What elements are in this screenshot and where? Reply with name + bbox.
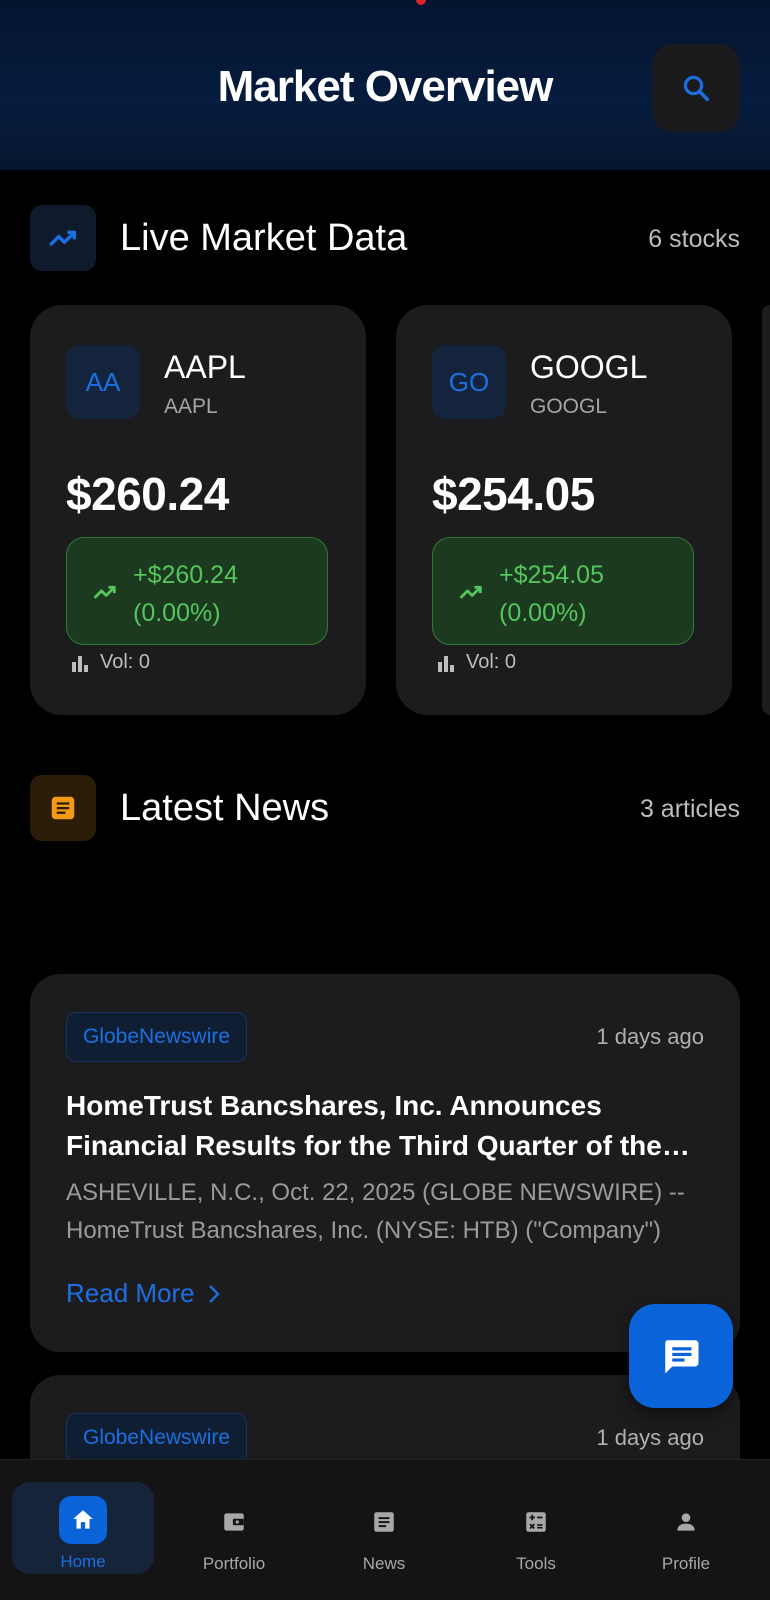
nav-item-home[interactable]: Home: [12, 1482, 154, 1574]
ticker-name: GOOGL: [530, 395, 608, 418]
nav-label: Profile: [661, 1554, 711, 1573]
article-icon: [30, 775, 96, 841]
nav-label: Portfolio: [202, 1554, 266, 1573]
read-more-link[interactable]: Read More: [66, 1278, 221, 1309]
read-more-label: Read More: [66, 1278, 195, 1308]
nav-label: Tools: [516, 1554, 556, 1573]
article-count: 3 articles: [639, 795, 740, 823]
ticker-symbol: AAPL: [164, 349, 246, 385]
section-title: Live Market Data: [120, 217, 408, 259]
news-source-chip: GlobeNewswire: [66, 1012, 248, 1062]
stock-count: 6 stocks: [648, 225, 740, 253]
app-header: Market Overview: [0, 0, 770, 170]
article-icon: [360, 1498, 408, 1546]
home-icon: [59, 1496, 107, 1544]
volume-text: Vol: 0: [466, 651, 517, 673]
bar-chart-icon: [438, 655, 454, 672]
news-source-chip: GlobeNewswire: [66, 1413, 248, 1463]
nav-item-news[interactable]: News: [314, 1484, 454, 1574]
price-change-percent: (0.00%): [133, 599, 221, 627]
search-button[interactable]: [652, 44, 740, 132]
news-headline: HomeTrust Bancshares, Inc. Announces Fin…: [66, 1090, 662, 1161]
section-title: Latest News: [120, 787, 330, 829]
news-section-header: Latest News 3 articles: [30, 775, 740, 843]
trending-up-icon: [30, 205, 96, 271]
wallet-icon: [210, 1498, 258, 1546]
nav-item-tools[interactable]: Tools: [466, 1484, 606, 1574]
chevron-right-icon: [208, 1284, 220, 1303]
news-timestamp: 1 days ago: [596, 1024, 704, 1049]
news-card[interactable]: GlobeNewswire 1 days ago HomeTrust Bancs…: [30, 974, 740, 1352]
price-change-percent: (0.00%): [499, 599, 587, 627]
volume-text: Vol: 0: [100, 651, 151, 673]
bottom-nav: Home Portfolio News Tools Profile: [0, 1459, 770, 1600]
nav-label: Home: [60, 1552, 106, 1571]
stock-price: $254.05: [432, 468, 595, 520]
news-excerpt: ASHEVILLE, N.C., Oct. 22, 2025 (GLOBE NE…: [66, 1179, 685, 1244]
volume-row: Vol: 0: [436, 651, 516, 674]
ticker-symbol: GOOGL: [530, 349, 648, 385]
bar-chart-icon: [72, 655, 88, 672]
search-icon: [683, 75, 709, 101]
nav-item-portfolio[interactable]: Portfolio: [164, 1484, 304, 1574]
nav-item-profile[interactable]: Profile: [616, 1484, 756, 1574]
chat-icon: [665, 1340, 699, 1374]
news-timestamp: 1 days ago: [596, 1425, 704, 1450]
trending-up-icon: [459, 585, 482, 599]
trending-up-icon: [93, 585, 116, 599]
nav-label: News: [362, 1554, 406, 1573]
person-icon: [662, 1498, 710, 1546]
stock-price: $260.24: [66, 468, 229, 520]
price-change-badge: +$254.05 (0.00%): [432, 537, 694, 645]
price-change-badge: +$260.24 (0.00%): [66, 537, 328, 645]
calculator-icon: [512, 1498, 560, 1546]
stock-card-googl[interactable]: GO GOOGL GOOGL $254.05 +$254.05 (0.00%) …: [396, 305, 732, 715]
app-screen: Market Overview Live Market Data 6 stock…: [0, 0, 770, 1600]
ticker-name: AAPL: [164, 395, 218, 418]
stock-card-aapl[interactable]: AA AAPL AAPL $260.24 +$260.24 (0.00%) Vo…: [30, 305, 366, 715]
ticker-avatar: AA: [66, 345, 140, 419]
ticker-avatar: GO: [432, 345, 506, 419]
chat-button[interactable]: [629, 1304, 733, 1408]
stock-card-next[interactable]: [762, 305, 770, 715]
volume-row: Vol: 0: [70, 651, 150, 674]
status-indicator: [416, 0, 426, 5]
market-section-header: Live Market Data 6 stocks: [30, 205, 740, 273]
price-change: +$254.05: [499, 561, 604, 589]
price-change: +$260.24: [133, 561, 238, 589]
